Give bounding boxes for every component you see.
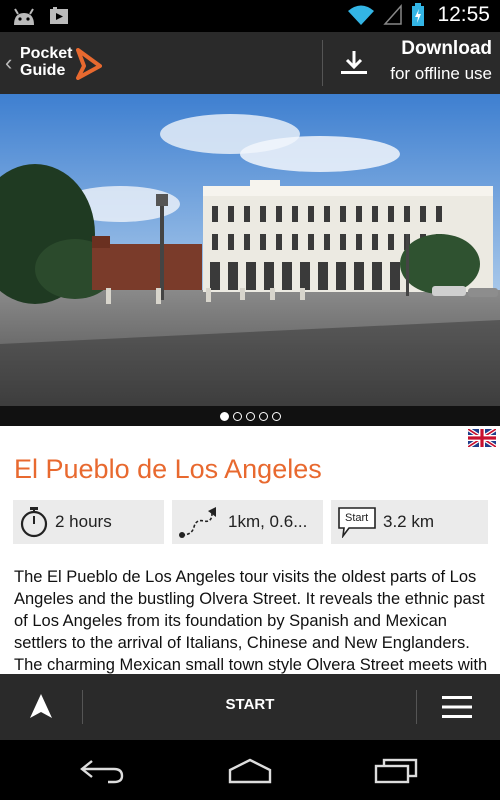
media-notification-icon [50,7,68,24]
bottom-bar-divider [416,690,417,724]
back-icon[interactable] [78,758,126,784]
tour-photo[interactable] [0,94,500,426]
back-chevron-icon[interactable]: ‹ [5,50,12,76]
download-title: Download [401,38,492,59]
pager-dot[interactable] [245,411,255,421]
cell-signal-icon [383,4,403,25]
system-navigation-bar [0,740,500,800]
pager-dot[interactable] [232,411,242,421]
download-subtitle: for offline use [390,64,492,83]
clock: 12:55 [437,3,490,26]
stopwatch-icon [20,507,48,538]
start-distance-stat[interactable]: Start 3.2 km [331,500,488,544]
tour-title: El Pueblo de Los Angeles [14,454,322,484]
app-bar: ‹ Pocket Guide Download for offline use [0,32,500,94]
pocket-guide-logo[interactable]: Pocket Guide [20,46,110,82]
tour-details: El Pueblo de Los Angeles 2 hours 1km, 0.… [0,426,500,674]
distance-stat: 1km, 0.6... [172,500,323,544]
gallery-pager [0,406,500,426]
home-icon[interactable] [226,758,274,784]
pager-dot[interactable] [258,411,268,421]
logo-line2: Guide [20,62,66,79]
uk-flag-icon[interactable] [468,429,496,447]
logo-line1: Pocket [20,45,73,62]
pager-dot[interactable] [219,411,229,421]
battery-charging-icon [412,3,425,26]
hamburger-menu-icon[interactable] [442,695,472,719]
navigation-arrow-icon[interactable] [26,692,56,720]
pager-dot[interactable] [271,411,281,421]
duration-value: 2 hours [55,512,112,531]
start-flag-label: Start [345,512,369,524]
logo-arrow-icon [76,48,102,80]
download-icon [341,51,367,74]
status-bar: 12:55 [0,0,500,32]
tour-description: The El Pueblo de Los Angeles tour visits… [14,568,488,674]
download-offline-button[interactable]: Download for offline use [323,32,500,94]
bottom-bar-divider [82,690,83,724]
route-icon [179,507,216,538]
android-debug-icon [14,8,34,25]
tour-stats: 2 hours 1km, 0.6... Start 3.2 km [13,500,488,544]
distance-value: 1km, 0.6... [228,512,308,531]
bottom-action-bar: START [0,674,500,740]
start-tour-button[interactable]: START [190,696,310,713]
start-distance-value: 3.2 km [383,512,435,531]
pico-house-photo [0,94,500,426]
recent-apps-icon[interactable] [372,758,420,784]
wifi-icon [348,5,375,25]
duration-stat: 2 hours [13,500,164,544]
